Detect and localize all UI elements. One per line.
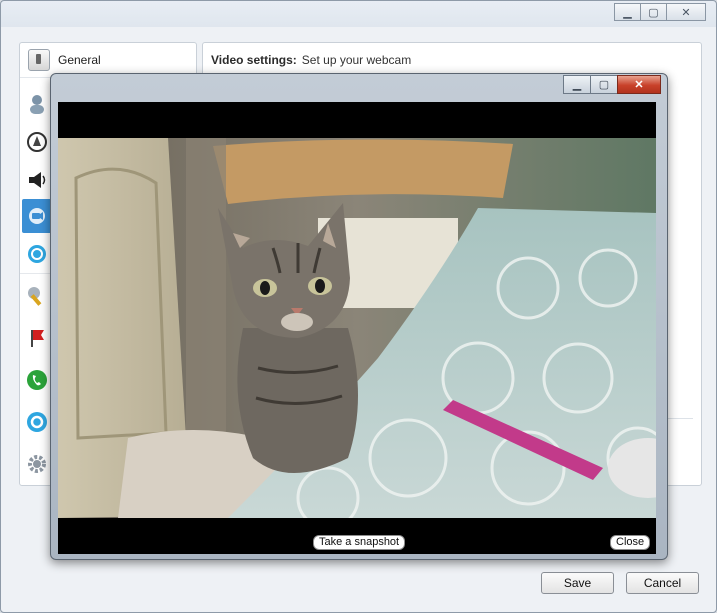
minimize-icon: ▁ <box>623 6 632 19</box>
close-icon: ✕ <box>681 6 691 19</box>
general-icon <box>28 49 50 71</box>
cancel-button[interactable]: Cancel <box>626 572 699 594</box>
webcam-image-cat <box>58 138 656 518</box>
nav-item-privacy[interactable] <box>22 125 52 159</box>
gear-icon <box>28 455 46 473</box>
nav-item-advanced[interactable] <box>22 279 52 313</box>
preview-close-text-button[interactable]: Close <box>610 535 651 550</box>
maximize-icon: ▢ <box>598 79 610 91</box>
nav-header-label: General <box>58 53 101 67</box>
preview-close-button[interactable]: ✕ <box>617 75 661 94</box>
take-snapshot-button[interactable]: Take a snapshot <box>313 535 406 550</box>
person-icon <box>30 95 44 114</box>
flag-icon <box>31 330 44 347</box>
maximize-icon: ▢ <box>648 6 659 19</box>
speaker-icon <box>29 172 46 188</box>
nav-item-settings[interactable] <box>22 447 52 481</box>
phone-icon <box>27 370 47 390</box>
video-area: Take a snapshot Close <box>58 102 656 554</box>
content-header: Video settings: Set up your webcam <box>203 43 701 77</box>
webcam-preview-window: ▁ ▢ ✕ Take a snapshot Close <box>50 73 668 560</box>
nav-item-video[interactable] <box>22 199 52 233</box>
page-title: Video settings: <box>211 53 297 67</box>
nav-item-person[interactable] <box>22 87 52 121</box>
preview-minimize-button[interactable]: ▁ <box>563 75 591 94</box>
nav-item-skype[interactable] <box>22 237 52 271</box>
nav-item-calls[interactable] <box>22 363 52 397</box>
webcam-icon <box>29 208 45 224</box>
preview-maximize-button[interactable]: ▢ <box>590 75 618 94</box>
nav-item-audio[interactable] <box>22 163 52 197</box>
save-button[interactable]: Save <box>541 572 614 594</box>
minimize-button[interactable]: ▁ <box>614 3 641 21</box>
preview-caption-buttons: ▁ ▢ ✕ <box>563 75 661 94</box>
nav-item-help[interactable] <box>22 405 52 439</box>
minimize-icon: ▁ <box>572 79 582 91</box>
window-caption-buttons: ▁ ▢ ✕ <box>614 3 706 21</box>
webcam-video-feed <box>58 138 656 518</box>
close-window-button[interactable]: ✕ <box>666 3 706 21</box>
maximize-button[interactable]: ▢ <box>640 3 667 21</box>
skype-icon <box>28 245 46 263</box>
wrench-icon <box>28 287 42 306</box>
nav-item-alerts[interactable] <box>22 321 52 355</box>
help-icon <box>27 412 47 432</box>
privacy-icon <box>27 132 47 152</box>
close-icon: ✕ <box>634 79 644 91</box>
page-subtitle: Set up your webcam <box>301 53 412 67</box>
